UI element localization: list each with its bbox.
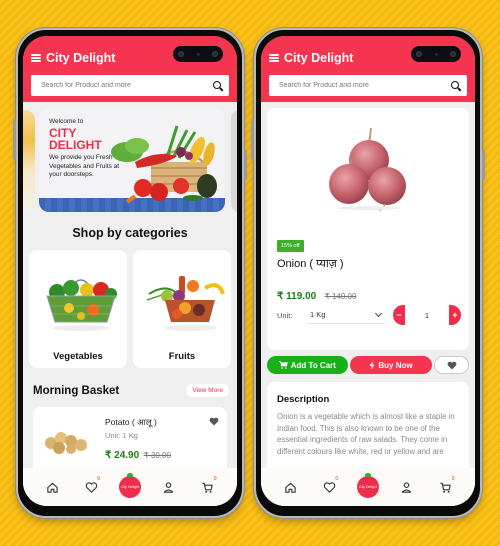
categories-title: Shop by categories	[72, 226, 188, 240]
add-to-cart-label: Add To Cart	[290, 360, 336, 370]
app-title: City Delight	[46, 51, 116, 65]
home-screen: City Delight Welcome to CITY DELIGHT We …	[23, 36, 237, 506]
search-icon[interactable]	[451, 80, 461, 91]
bottom-navigation: 0 City Delight 0	[261, 468, 475, 506]
cart-count-badge: 0	[213, 476, 217, 482]
vegetables-basket-icon	[46, 279, 117, 331]
search-bar	[269, 75, 467, 96]
app-bar: City Delight	[261, 36, 475, 102]
category-label: Vegetables	[53, 351, 103, 362]
nav-wishlist[interactable]: 0	[317, 475, 341, 499]
cart-icon	[278, 361, 288, 369]
quantity-input[interactable]	[405, 305, 449, 325]
buy-now-button[interactable]: Buy Now	[349, 356, 433, 374]
detail-content: 15% off Onion ( प्याज़ ) ₹ 119.00 ₹ 140.…	[261, 102, 475, 468]
logo-text: City Delight	[359, 485, 377, 489]
product-old-price: ₹ 30.00	[143, 451, 171, 460]
description-title: Description	[277, 394, 330, 405]
user-icon	[164, 481, 174, 493]
potato-image	[45, 432, 87, 454]
wishlist-count-badge: 0	[335, 476, 339, 482]
add-to-cart-button[interactable]: Add To Cart	[267, 356, 348, 374]
nav-cart[interactable]: 0	[434, 475, 458, 499]
wishlist-count-badge: 0	[97, 476, 101, 482]
phone-side-button	[244, 150, 247, 180]
lightning-icon	[369, 360, 375, 370]
nav-account[interactable]	[395, 475, 419, 499]
chevron-down-icon	[374, 309, 383, 317]
search-input[interactable]	[279, 82, 451, 89]
discount-badge: 15% off	[277, 240, 304, 252]
phone-side-button	[13, 120, 16, 160]
fruits-basket-icon	[146, 276, 225, 331]
product-name: Onion ( प्याज़ )	[277, 258, 344, 270]
quantity-stepper: − +	[393, 305, 461, 325]
product-detail-card: 15% off Onion ( प्याज़ ) ₹ 119.00 ₹ 140.…	[267, 108, 469, 350]
product-price: ₹ 24.90	[105, 450, 140, 461]
nav-account[interactable]	[157, 475, 181, 499]
onion-image	[329, 127, 406, 211]
increase-quantity-button[interactable]: +	[449, 305, 461, 325]
phone-side-button	[482, 150, 485, 180]
view-more-button[interactable]: View More	[186, 384, 229, 397]
product-name: Potato ( आलू )	[105, 417, 157, 427]
app-title: City Delight	[284, 51, 354, 65]
search-input[interactable]	[41, 82, 213, 89]
nav-logo-home[interactable]: City Delight	[118, 473, 142, 499]
vegetables-basket-image	[111, 125, 217, 204]
app-bar: City Delight	[23, 36, 237, 102]
home-icon	[285, 482, 296, 493]
user-icon	[402, 481, 412, 493]
decrease-quantity-button[interactable]: −	[393, 305, 405, 325]
menu-icon[interactable]	[31, 54, 41, 62]
home-icon	[47, 482, 58, 493]
product-price: ₹ 119.00	[277, 291, 317, 302]
description-text: Onion is a vegetable which is almost lik…	[277, 412, 455, 456]
menu-icon[interactable]	[269, 54, 279, 62]
phone-home-screen: City Delight Welcome to CITY DELIGHT We …	[13, 28, 247, 518]
categories-list: Vegetables Fruits	[23, 250, 237, 368]
home-content: Welcome to CITY DELIGHT We provide you F…	[23, 102, 237, 468]
wishlist-heart-icon[interactable]	[209, 417, 219, 426]
banner-previous[interactable]	[23, 110, 35, 212]
product-old-price: ₹ 140.00	[324, 292, 357, 301]
phone-product-detail-screen: City Delight Search for Product and more…	[251, 28, 485, 518]
search-icon[interactable]	[213, 80, 223, 91]
bottom-navigation: 0 City Delight 0	[23, 468, 237, 506]
nav-cart[interactable]: 0	[196, 475, 220, 499]
logo-text: City Delight	[121, 485, 139, 489]
nav-wishlist[interactable]: 0	[79, 475, 103, 499]
category-card-vegetables[interactable]: Vegetables	[29, 250, 127, 368]
buy-now-label: Buy Now	[378, 360, 413, 370]
front-camera	[411, 46, 461, 62]
product-card[interactable]: Potato ( आलू ) Unit: 1 Kg ₹ 24.90 ₹ 30.0…	[33, 407, 227, 468]
banner-carousel[interactable]: Welcome to CITY DELIGHT We provide you F…	[23, 108, 237, 220]
heart-icon	[323, 481, 335, 493]
category-label: Fruits	[168, 351, 196, 362]
heart-icon	[447, 361, 457, 369]
nav-home[interactable]	[278, 475, 302, 499]
front-camera	[173, 46, 223, 62]
search-bar	[31, 75, 229, 96]
phone-side-button	[251, 120, 254, 160]
category-card-fruits[interactable]: Fruits	[133, 250, 231, 368]
add-to-wishlist-button[interactable]	[434, 356, 469, 374]
cart-count-badge: 0	[451, 476, 455, 482]
heart-icon	[85, 481, 97, 493]
morning-basket-title: Morning Basket	[33, 384, 120, 397]
nav-home[interactable]	[40, 475, 64, 499]
unit-label: Unit:	[277, 310, 293, 320]
city-delight-logo-icon: City Delight	[356, 473, 379, 498]
unit-selected-value: 1 Kg	[309, 310, 326, 319]
product-detail-screen: City Delight Search for Product and more…	[261, 36, 475, 506]
banner-next[interactable]	[231, 110, 237, 212]
banner-slide[interactable]: Welcome to CITY DELIGHT We provide you F…	[39, 108, 225, 212]
product-unit: Unit: 1 Kg	[105, 431, 138, 440]
cart-icon	[202, 482, 213, 493]
description-card: Description Onion is a vegetable which i…	[267, 382, 469, 468]
cart-icon	[440, 482, 451, 493]
unit-select[interactable]: 1 Kg	[307, 306, 385, 324]
city-delight-logo-icon: City Delight	[118, 473, 141, 498]
nav-logo-home[interactable]: City Delight	[356, 473, 380, 499]
